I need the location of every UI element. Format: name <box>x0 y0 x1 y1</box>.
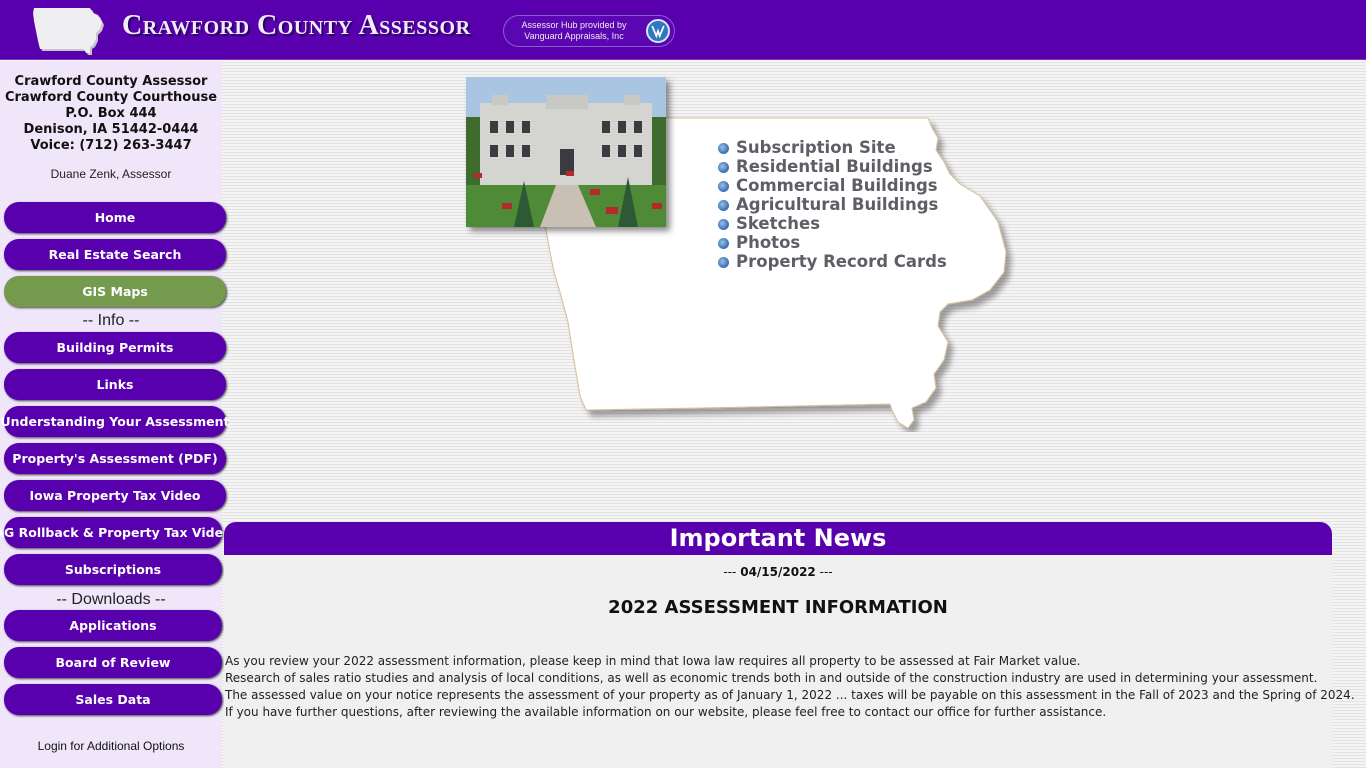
news-paragraph: The assessed value on your notice repres… <box>225 688 1355 702</box>
feature-label: Agricultural Buildings <box>736 195 939 214</box>
globe-bullet-icon <box>718 237 729 249</box>
nav-ag-rollback-video-button[interactable]: AG Rollback & Property Tax Video <box>0 517 232 548</box>
globe-bullet-icon <box>718 180 729 192</box>
download-board-of-review-button[interactable]: Board of Review <box>4 647 222 678</box>
address-line: P.O. Box 444 <box>65 106 157 121</box>
hub-badge-line2: Vanguard Appraisals, Inc <box>524 31 624 41</box>
feature-item[interactable]: Commercial Buildings <box>718 176 947 195</box>
nav-gis-maps-button[interactable]: GIS Maps <box>4 276 226 307</box>
login-link[interactable]: Login for Additional Options <box>0 739 222 753</box>
important-news-panel: Important News --- 04/15/2022 --- 2022 A… <box>224 522 1355 768</box>
feature-item[interactable]: Property Record Cards <box>718 252 947 271</box>
news-paragraph: As you review your 2022 assessment infor… <box>225 654 1081 668</box>
news-date-value: 04/15/2022 <box>740 565 816 579</box>
feature-label: Property Record Cards <box>736 252 947 271</box>
download-sales-data-button[interactable]: Sales Data <box>4 684 222 715</box>
nav-building-permits-button[interactable]: Building Permits <box>4 332 226 363</box>
iowa-map-logo-icon[interactable] <box>30 5 106 55</box>
feature-item[interactable]: Agricultural Buildings <box>718 195 947 214</box>
assessor-name: Duane Zenk, Assessor <box>50 167 172 181</box>
nav-understanding-assessment-button[interactable]: Understanding Your Assessment <box>0 406 230 437</box>
feature-item[interactable]: Photos <box>718 233 947 252</box>
courthouse-image-icon <box>466 77 666 227</box>
news-title: 2022 ASSESSMENT INFORMATION <box>608 597 948 618</box>
hub-badge-line1: Assessor Hub provided by <box>521 20 627 30</box>
feature-item[interactable]: Sketches <box>718 214 947 233</box>
globe-bullet-icon <box>718 142 729 154</box>
address-line: Voice: (712) 263-3447 <box>30 138 192 153</box>
news-body: As you review your 2022 assessment infor… <box>224 653 1355 721</box>
nav-home-button[interactable]: Home <box>4 202 226 233</box>
address-line: Crawford County Assessor <box>14 74 208 89</box>
site-header: Crawford County Assessor Assessor Hub pr… <box>0 0 1366 60</box>
vanguard-logo-icon <box>646 19 670 43</box>
nav-subscriptions-button[interactable]: Subscriptions <box>4 554 222 585</box>
news-paragraph: If you have further questions, after rev… <box>225 705 1107 719</box>
address-line: Denison, IA 51442-0444 <box>23 122 199 137</box>
nav-real-estate-search-button[interactable]: Real Estate Search <box>4 239 226 270</box>
globe-bullet-icon <box>718 256 729 268</box>
feature-label: Subscription Site <box>736 138 896 157</box>
courthouse-photo <box>466 77 666 227</box>
feature-item[interactable]: Residential Buildings <box>718 157 947 176</box>
feature-list: Subscription Site Residential Buildings … <box>718 138 947 271</box>
globe-bullet-icon <box>718 218 729 230</box>
news-date: --- 04/15/2022 --- <box>224 565 1332 579</box>
feature-label: Commercial Buildings <box>736 176 938 195</box>
news-date-suffix: --- <box>819 565 833 579</box>
address-line: Crawford County Courthouse <box>4 90 218 105</box>
hub-badge-text: Assessor Hub provided by Vanguard Apprai… <box>504 20 644 42</box>
feature-item[interactable]: Subscription Site <box>718 138 947 157</box>
news-heading: Important News <box>224 522 1332 555</box>
feature-label: Sketches <box>736 214 821 233</box>
info-section-label: -- Info -- <box>82 312 140 329</box>
nav-property-assessment-pdf-button[interactable]: Property's Assessment (PDF) <box>4 443 226 474</box>
assessor-hub-badge[interactable]: Assessor Hub provided by Vanguard Apprai… <box>503 15 675 47</box>
globe-bullet-icon <box>718 161 729 173</box>
feature-label: Residential Buildings <box>736 157 933 176</box>
news-paragraph: Research of sales ratio studies and anal… <box>225 671 1318 685</box>
globe-bullet-icon <box>718 199 729 211</box>
downloads-section-label: -- Downloads -- <box>56 591 166 608</box>
news-date-prefix: --- <box>723 565 737 579</box>
download-applications-button[interactable]: Applications <box>4 610 222 641</box>
site-title[interactable]: Crawford County Assessor <box>122 10 471 42</box>
feature-label: Photos <box>736 233 801 252</box>
nav-links-button[interactable]: Links <box>4 369 226 400</box>
sidebar: Crawford County Assessor Crawford County… <box>0 61 232 768</box>
office-address: Crawford County Assessor Crawford County… <box>0 74 222 154</box>
nav-iowa-property-tax-video-button[interactable]: Iowa Property Tax Video <box>4 480 226 511</box>
